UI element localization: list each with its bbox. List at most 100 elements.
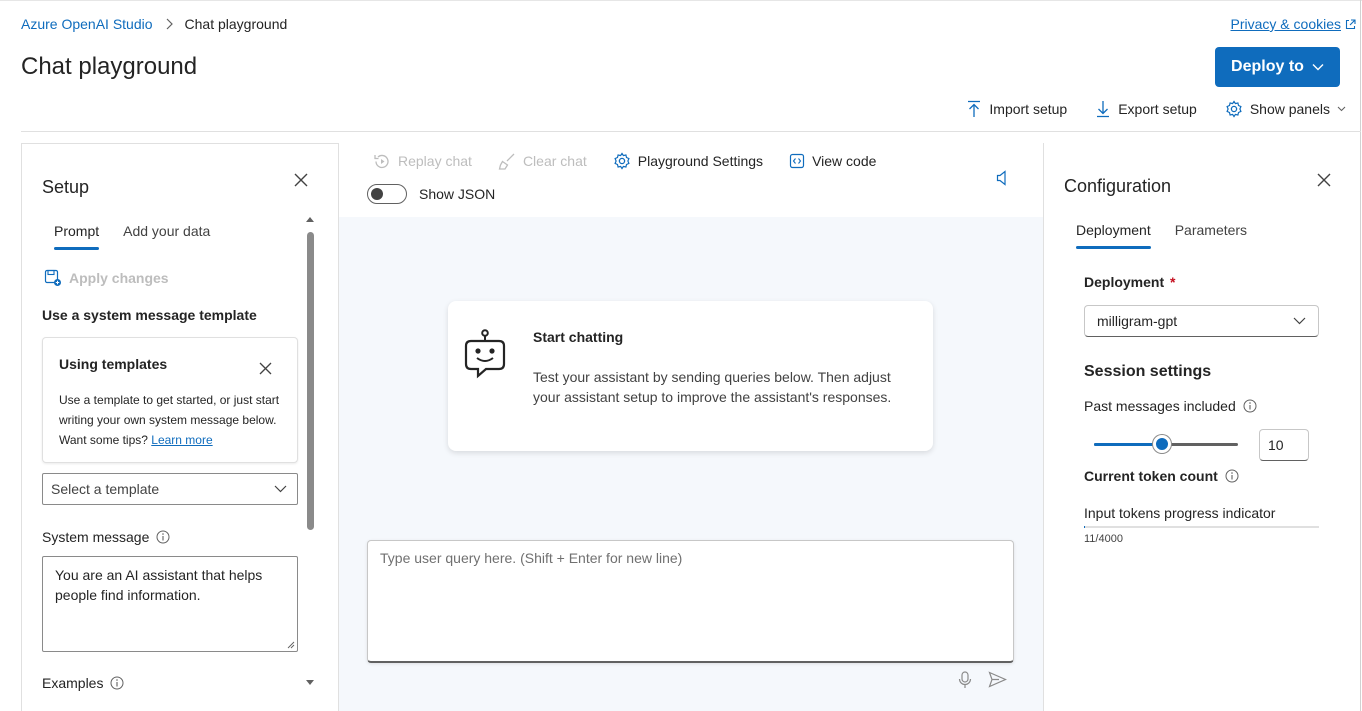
replay-chat-label: Replay chat: [398, 153, 472, 169]
system-message-label: System message: [42, 529, 150, 545]
start-chatting-title: Start chatting: [533, 329, 624, 345]
tab-deployment[interactable]: Deployment: [1064, 222, 1163, 249]
gear-icon: [1225, 100, 1243, 118]
save-icon: [44, 269, 62, 287]
user-query-input[interactable]: Type user query here. (Shift + Enter for…: [367, 540, 1014, 663]
replay-chat-button[interactable]: Replay chat: [373, 153, 472, 170]
breadcrumb-current: Chat playground: [184, 16, 288, 32]
setup-title: Setup: [42, 177, 90, 197]
templates-card-title: Using templates: [59, 356, 168, 372]
past-messages-label-row: Past messages included: [1084, 398, 1257, 414]
configuration-tabs: Deployment Parameters: [1064, 222, 1259, 249]
system-message-label-row: System message: [42, 529, 170, 545]
chevron-down-icon: [274, 485, 287, 493]
system-message-textarea[interactable]: You are an AI assistant that helps peopl…: [42, 556, 298, 652]
show-panels-button[interactable]: Show panels: [1225, 100, 1346, 118]
show-panels-label: Show panels: [1249, 101, 1330, 117]
show-json-row: Show JSON: [367, 184, 495, 204]
close-setup-button[interactable]: [294, 173, 308, 187]
download-icon: [1095, 100, 1111, 118]
template-select-placeholder: Select a template: [51, 481, 160, 497]
tab-prompt[interactable]: Prompt: [42, 223, 111, 250]
close-configuration-button[interactable]: [1317, 173, 1331, 187]
past-messages-value: 10: [1268, 437, 1284, 453]
templates-card-body: Use a template to get started, or just s…: [59, 390, 289, 450]
learn-more-link[interactable]: Learn more: [151, 433, 212, 447]
close-icon: [294, 173, 308, 187]
close-icon: [1317, 173, 1331, 187]
session-settings-heading: Session settings: [1084, 363, 1212, 380]
page-right-border: [1360, 0, 1361, 711]
scrollbar-thumb[interactable]: [307, 232, 314, 530]
send-icon[interactable]: [988, 671, 1007, 688]
dismiss-templates-button[interactable]: [259, 362, 272, 375]
header-toolbar: Import setup Export setup Show panels: [966, 98, 1346, 120]
gear-icon: [613, 152, 631, 170]
clear-chat-button[interactable]: Clear chat: [498, 153, 587, 170]
robot-icon: [464, 329, 508, 379]
scroll-up-arrow-icon[interactable]: [305, 216, 315, 223]
upload-icon: [966, 100, 982, 118]
token-progress-bar: [1084, 526, 1319, 528]
template-select[interactable]: Select a template: [42, 473, 298, 505]
chevron-down-icon: [1337, 106, 1346, 112]
apply-changes-label: Apply changes: [69, 270, 169, 286]
page-top-border: [0, 0, 1362, 1]
slider-fill: [1094, 443, 1162, 446]
start-chatting-body: Test your assistant by sending queries b…: [533, 369, 892, 405]
import-setup-button[interactable]: Import setup: [966, 100, 1067, 118]
show-json-label: Show JSON: [419, 186, 496, 202]
privacy-cookies-link[interactable]: Privacy & cookies: [1231, 16, 1356, 32]
broom-icon: [498, 153, 516, 170]
tab-add-your-data[interactable]: Add your data: [111, 223, 222, 239]
import-setup-label: Import setup: [989, 101, 1068, 117]
setup-panel: Setup Prompt Add your data Apply changes…: [21, 143, 339, 711]
setup-tabs: Prompt Add your data: [42, 223, 222, 250]
past-messages-label: Past messages included: [1084, 398, 1236, 414]
info-icon[interactable]: [1243, 399, 1257, 413]
apply-changes-button[interactable]: Apply changes: [44, 269, 169, 287]
token-progress-value: 11/4000: [1084, 533, 1123, 545]
microphone-icon[interactable]: [958, 671, 972, 689]
system-message-value: You are an AI assistant that helps peopl…: [55, 567, 263, 603]
resize-handle-icon: [287, 641, 295, 649]
header-divider: [21, 131, 1361, 132]
token-progress-label: Input tokens progress indicator: [1084, 505, 1276, 521]
deploy-to-label: Deploy to: [1231, 58, 1304, 75]
examples-label: Examples: [42, 675, 104, 691]
chat-actions: Replay chat Clear chat Playground Settin…: [373, 152, 876, 170]
deployment-field-label: Deployment *: [1084, 274, 1175, 290]
breadcrumb-root-link[interactable]: Azure OpenAI Studio: [21, 16, 153, 32]
view-code-button[interactable]: View code: [789, 153, 876, 169]
chevron-right-icon: [165, 18, 173, 30]
clear-chat-label: Clear chat: [522, 153, 587, 169]
deploy-to-button[interactable]: Deploy to: [1215, 47, 1340, 87]
using-templates-card: Using templates Use a template to get st…: [42, 337, 298, 463]
playground-settings-button[interactable]: Playground Settings: [613, 152, 763, 170]
speaker-icon[interactable]: [996, 170, 1010, 186]
chevron-down-icon: [1293, 317, 1306, 325]
deployment-select[interactable]: milligram-gpt: [1084, 305, 1319, 337]
info-icon[interactable]: [110, 676, 124, 690]
export-setup-button[interactable]: Export setup: [1095, 100, 1197, 118]
show-json-toggle[interactable]: [367, 184, 407, 204]
code-icon: [789, 153, 805, 169]
info-icon[interactable]: [156, 530, 170, 544]
slider-thumb[interactable]: [1152, 435, 1171, 453]
token-count-label-row: Current token count: [1084, 468, 1239, 484]
configuration-title: Configuration: [1064, 176, 1172, 196]
tab-parameters[interactable]: Parameters: [1163, 222, 1259, 238]
privacy-link-label: Privacy & cookies: [1230, 16, 1341, 32]
export-setup-label: Export setup: [1118, 101, 1197, 117]
token-progress-fill: [1084, 526, 1085, 528]
past-messages-input[interactable]: 10: [1259, 429, 1309, 461]
replay-icon: [373, 153, 391, 170]
user-query-placeholder: Type user query here. (Shift + Enter for…: [380, 550, 683, 566]
examples-label-row: Examples: [42, 675, 124, 691]
deployment-label: Deployment: [1084, 274, 1165, 290]
required-marker: *: [1170, 274, 1176, 290]
info-icon[interactable]: [1225, 469, 1239, 483]
view-code-label: View code: [812, 153, 877, 169]
scroll-down-arrow-icon[interactable]: [305, 679, 315, 686]
past-messages-slider[interactable]: [1094, 435, 1238, 455]
